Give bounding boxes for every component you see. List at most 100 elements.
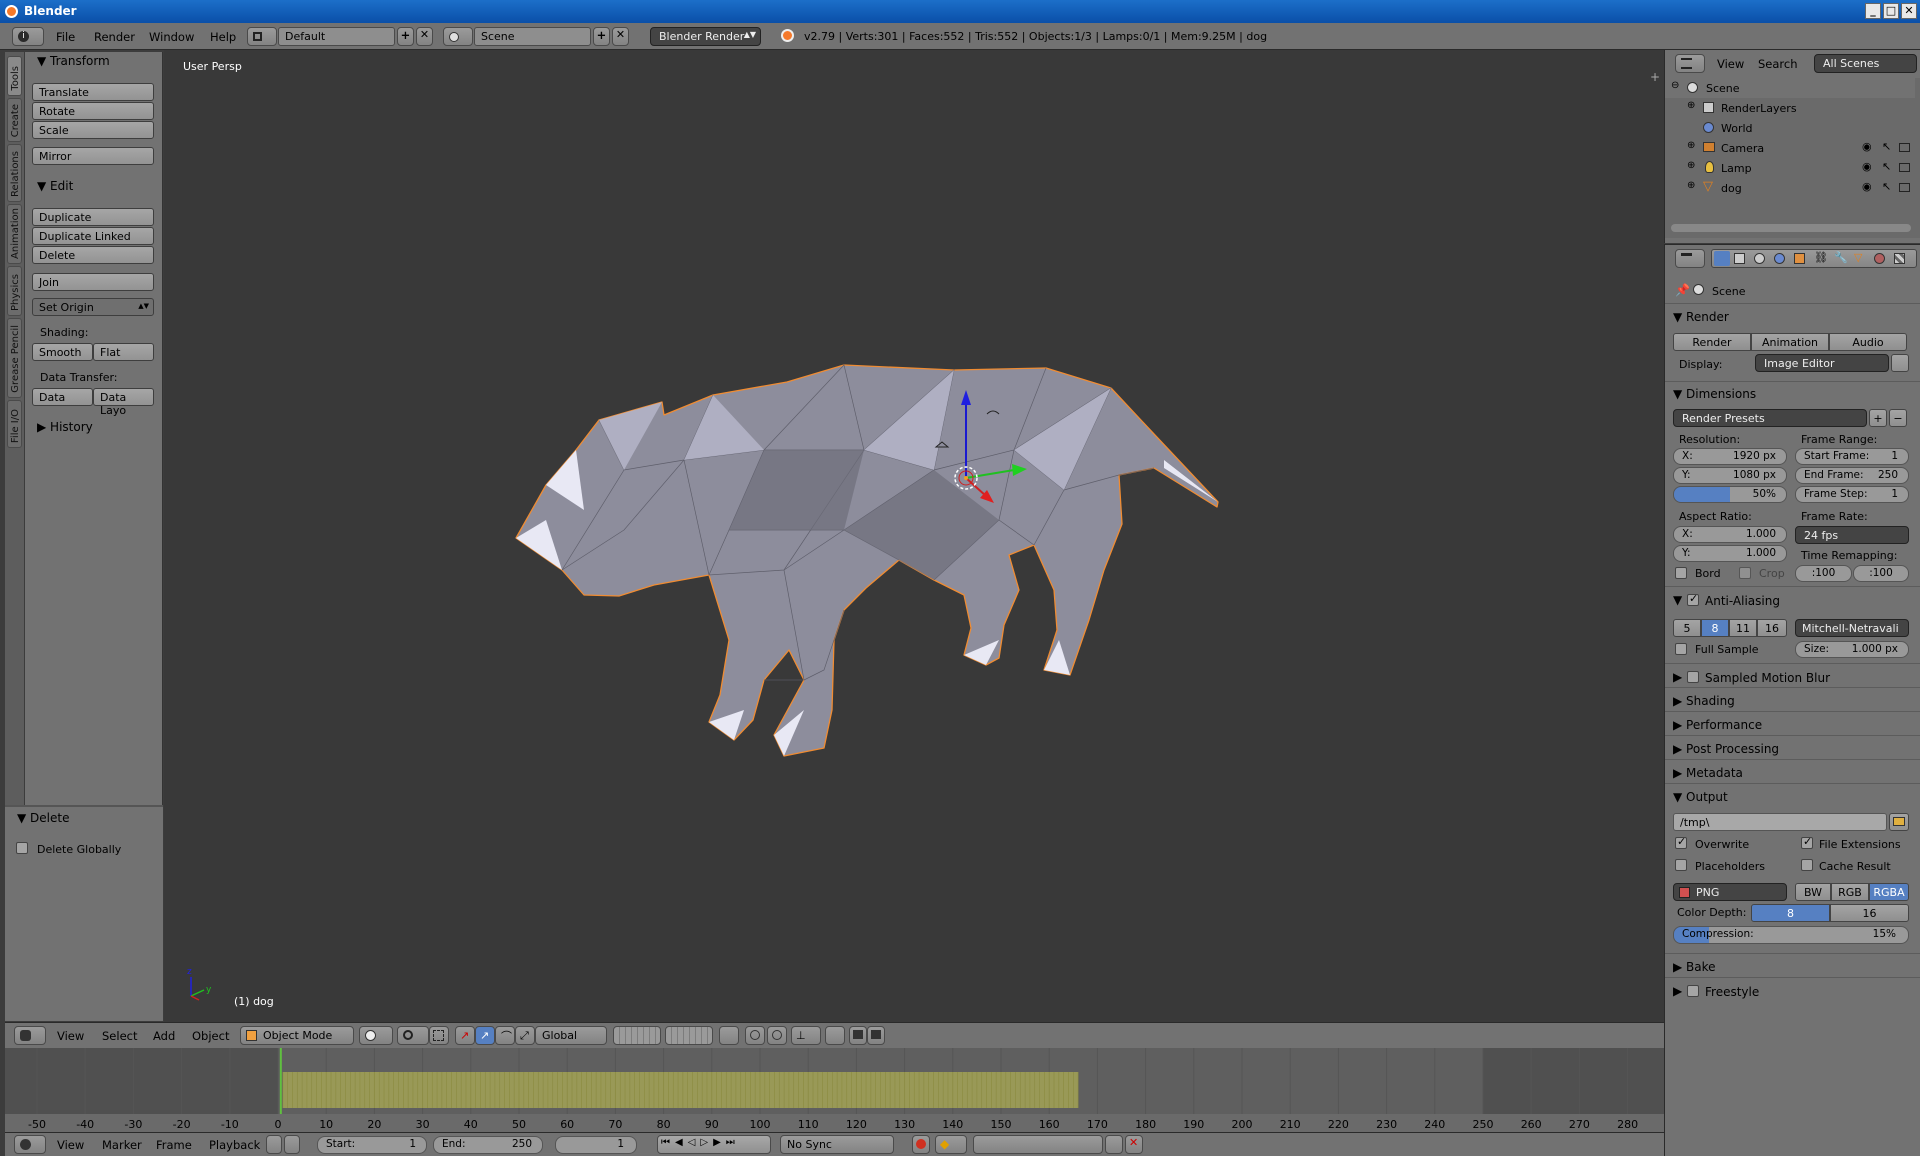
- resolution-y-field[interactable]: Y: 1080 px: [1673, 467, 1787, 484]
- shading-panel-header[interactable]: ▶ Shading: [1673, 694, 1735, 708]
- timeline-marker-menu[interactable]: Marker: [102, 1138, 142, 1152]
- cache-result-checkbox[interactable]: [1801, 859, 1813, 871]
- scene-name-field[interactable]: Scene: [474, 27, 591, 46]
- transform-panel-header[interactable]: ▼ Transform: [37, 54, 110, 68]
- flat-button[interactable]: Flat: [93, 343, 154, 361]
- color-depth-8-button[interactable]: 8: [1751, 904, 1830, 922]
- outliner-item-renderlayers[interactable]: ⊕ RenderLayers: [1665, 98, 1915, 118]
- translate-button[interactable]: Translate: [32, 83, 154, 101]
- tab-physics[interactable]: Physics: [7, 266, 22, 316]
- opengl-animation-button[interactable]: [867, 1026, 885, 1045]
- render-camera-icon[interactable]: [1899, 143, 1910, 152]
- set-origin-dropdown[interactable]: Set Origin ▲▼: [32, 298, 154, 316]
- selectable-cursor-icon[interactable]: ↖: [1882, 140, 1891, 153]
- object-tab-icon[interactable]: [1794, 253, 1805, 264]
- lock-layers-button[interactable]: [719, 1026, 739, 1045]
- delete-button[interactable]: Delete: [32, 246, 154, 264]
- minimize-button[interactable]: _: [1865, 3, 1881, 19]
- render-camera-icon[interactable]: [1899, 163, 1910, 172]
- layout-browse-button[interactable]: [247, 27, 277, 46]
- post-processing-panel-header[interactable]: ▶ Post Processing: [1673, 742, 1779, 756]
- playback-controls[interactable]: ⏮◀◁▷▶⏭: [657, 1135, 771, 1154]
- render-engine-dropdown[interactable]: Blender Render ▲▼: [650, 27, 761, 46]
- menu-render[interactable]: Render: [94, 30, 135, 44]
- outliner-item-lamp[interactable]: ⊕ Lamp ◉ ↖: [1665, 158, 1915, 178]
- rotate-mode-button[interactable]: ⌒: [495, 1026, 515, 1045]
- scene-add-button[interactable]: +: [593, 27, 610, 46]
- texture-tab-icon[interactable]: [1894, 253, 1905, 264]
- file-extensions-checkbox[interactable]: ✓: [1801, 835, 1813, 849]
- manipulator-toggle[interactable]: [429, 1026, 449, 1045]
- end-frame-field[interactable]: End Frame: 250: [1795, 467, 1909, 484]
- resolution-percentage-slider[interactable]: 50%: [1673, 486, 1787, 503]
- freestyle-panel-header[interactable]: ▶: [1673, 984, 1682, 998]
- motion-blur-checkbox[interactable]: [1687, 671, 1699, 683]
- outliner-item-camera[interactable]: ⊕ Camera ◉ ↖: [1665, 138, 1915, 158]
- metadata-panel-header[interactable]: ▶ Metadata: [1673, 766, 1743, 780]
- overwrite-checkbox[interactable]: ✓: [1675, 835, 1687, 849]
- add-menu[interactable]: Add: [153, 1029, 175, 1043]
- aspect-x-field[interactable]: X: 1.000: [1673, 526, 1787, 543]
- tab-tools[interactable]: Tools: [7, 56, 22, 96]
- lock-range-button[interactable]: [284, 1135, 300, 1154]
- frame-step-field[interactable]: Frame Step: 1: [1795, 486, 1909, 503]
- world-tab-icon[interactable]: [1774, 253, 1785, 264]
- transform-orientation-dropdown[interactable]: Global: [535, 1026, 607, 1045]
- delete-keyframe-button[interactable]: ✕: [1125, 1135, 1143, 1154]
- material-tab-icon[interactable]: [1874, 253, 1885, 264]
- active-keying-set-field[interactable]: [973, 1135, 1103, 1154]
- timeline-view-menu[interactable]: View: [57, 1138, 84, 1152]
- editor-type-button[interactable]: [1675, 54, 1705, 73]
- auto-keying-button[interactable]: [912, 1135, 930, 1154]
- data-button[interactable]: Data: [32, 388, 93, 406]
- compression-slider[interactable]: Compression: 15%: [1673, 926, 1909, 944]
- crop-checkbox[interactable]: [1739, 567, 1751, 579]
- tab-create[interactable]: Create: [7, 98, 22, 142]
- join-button[interactable]: Join: [32, 273, 154, 291]
- maximize-button[interactable]: □: [1883, 3, 1899, 19]
- color-depth-16-button[interactable]: 16: [1830, 904, 1909, 922]
- scale-button[interactable]: Scale: [32, 121, 154, 139]
- menu-file[interactable]: File: [56, 30, 75, 44]
- resolution-x-field[interactable]: X: 1920 px: [1673, 448, 1787, 465]
- render-animation-button[interactable]: Animation: [1751, 333, 1829, 351]
- scene-browse-button[interactable]: [443, 27, 473, 46]
- visibility-eye-icon[interactable]: ◉: [1862, 160, 1872, 173]
- constraints-tab-icon[interactable]: ⛓: [1814, 251, 1828, 264]
- interaction-mode-dropdown[interactable]: Object Mode: [240, 1026, 354, 1045]
- proportional-edit-button[interactable]: [745, 1026, 765, 1045]
- translate-mode-button[interactable]: ↗: [475, 1026, 495, 1045]
- data-tab-icon[interactable]: ▽: [1854, 251, 1862, 264]
- render-presets-dropdown[interactable]: Render Presets: [1673, 409, 1867, 427]
- aspect-y-field[interactable]: Y: 1.000: [1673, 545, 1787, 562]
- full-sample-checkbox[interactable]: [1675, 643, 1687, 655]
- freestyle-checkbox[interactable]: [1687, 985, 1699, 997]
- smooth-button[interactable]: Smooth: [32, 343, 93, 361]
- outliner-search-menu[interactable]: Search: [1758, 57, 1798, 71]
- outliner-view-menu[interactable]: View: [1717, 57, 1744, 71]
- placeholders-checkbox[interactable]: [1675, 859, 1687, 871]
- insert-keyframe-button[interactable]: [1105, 1135, 1123, 1154]
- preview-range-toggle[interactable]: [266, 1135, 282, 1154]
- outliner-item-world[interactable]: World: [1665, 118, 1915, 138]
- selectable-cursor-icon[interactable]: ↖: [1882, 180, 1891, 193]
- remove-preset-button[interactable]: −: [1889, 409, 1907, 427]
- mirror-button[interactable]: Mirror: [32, 147, 154, 165]
- frame-rate-dropdown[interactable]: 24 fps: [1795, 526, 1909, 544]
- tab-relations[interactable]: Relations: [7, 144, 22, 202]
- start-frame-field[interactable]: Start Frame: 1: [1795, 448, 1909, 465]
- menu-help[interactable]: Help: [210, 30, 236, 44]
- duplicate-linked-button[interactable]: Duplicate Linked: [32, 227, 154, 245]
- menu-window[interactable]: Window: [149, 30, 194, 44]
- scene-tab-icon[interactable]: [1754, 253, 1765, 264]
- outliner-scrollbar[interactable]: [1671, 224, 1911, 232]
- 3d-viewport[interactable]: User Persp + z y (1) dog: [164, 50, 1664, 1022]
- border-checkbox[interactable]: [1675, 567, 1687, 579]
- output-panel-header[interactable]: ▼ Output: [1673, 790, 1728, 804]
- history-panel-header[interactable]: ▶ History: [37, 420, 93, 434]
- display-dropdown[interactable]: Image Editor: [1755, 354, 1889, 372]
- rotate-button[interactable]: Rotate: [32, 102, 154, 120]
- start-frame-field[interactable]: Start: 1: [317, 1136, 427, 1154]
- pivot-point-dropdown[interactable]: [397, 1026, 429, 1045]
- sync-mode-dropdown[interactable]: No Sync: [780, 1135, 894, 1154]
